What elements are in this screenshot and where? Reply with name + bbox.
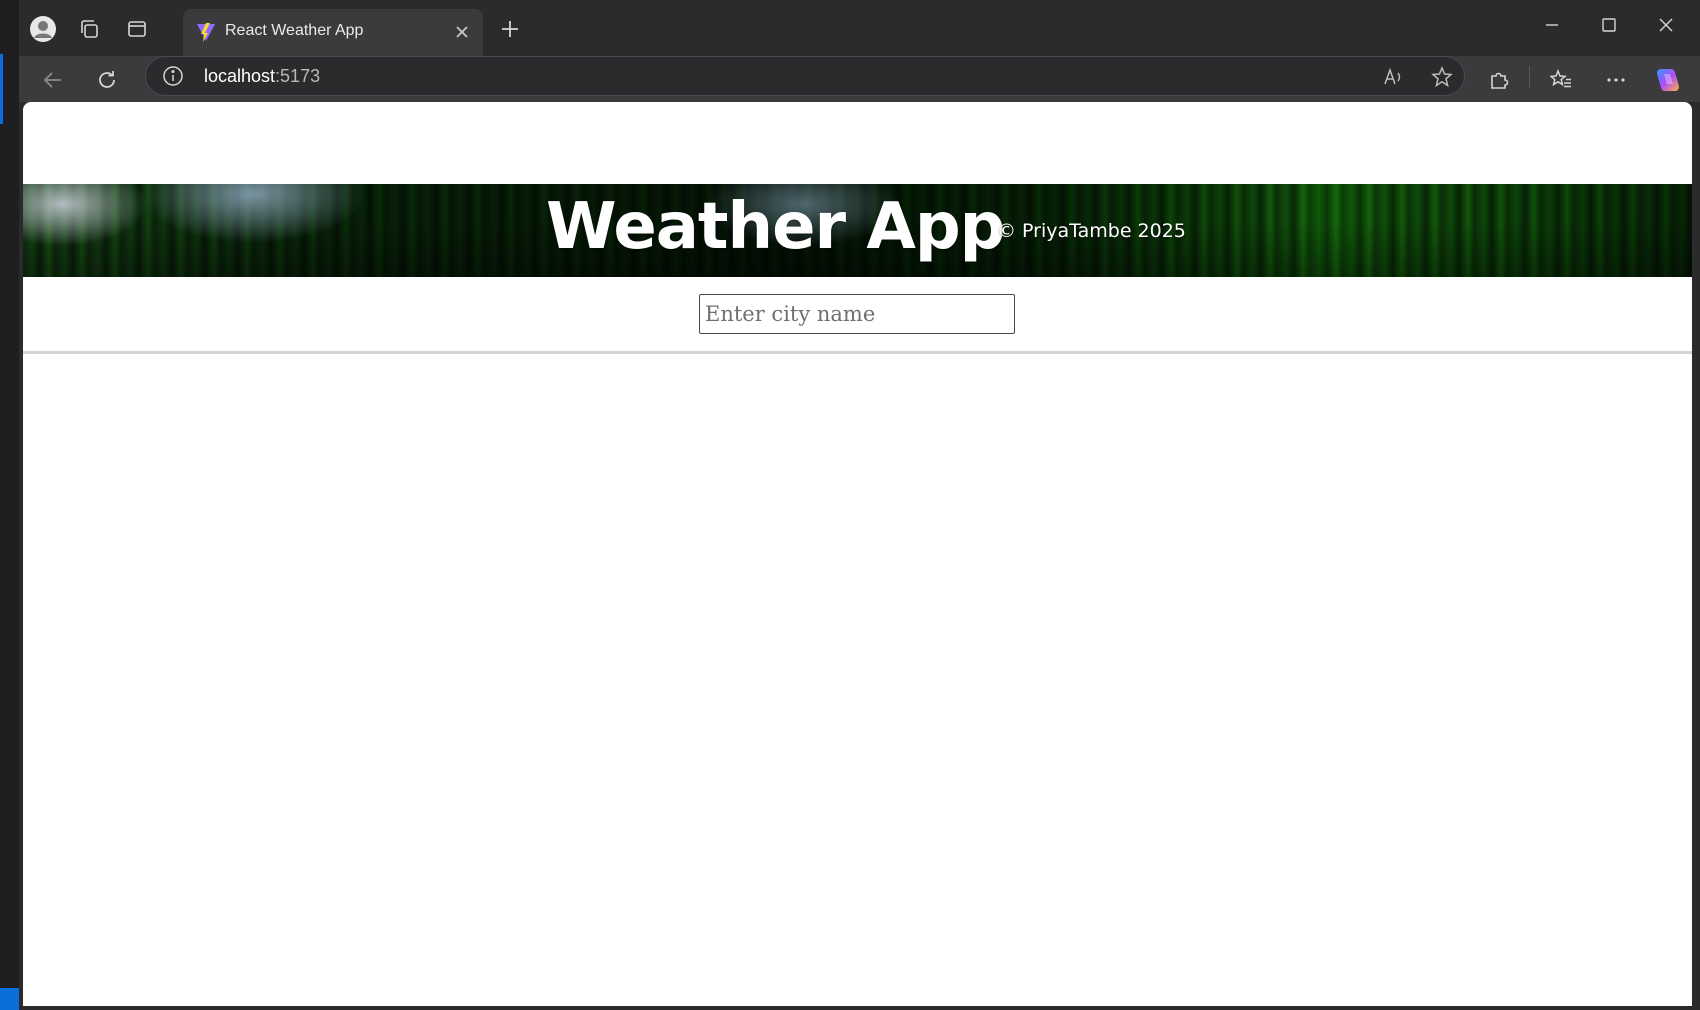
url-port: :5173 — [275, 66, 321, 86]
info-icon[interactable] — [162, 65, 184, 87]
header-banner: Weather App © PriyaTambe 2025 — [23, 184, 1692, 277]
more-dots-icon[interactable] — [1598, 62, 1634, 98]
favorites-list-icon[interactable] — [1543, 62, 1579, 98]
tab-react-weather-app[interactable]: React Weather App — [183, 9, 483, 56]
toolbar-separator — [1529, 66, 1530, 88]
url-host: localhost — [204, 66, 276, 86]
page-viewport: Weather App © PriyaTambe 2025 — [23, 102, 1692, 1006]
profile-icon[interactable] — [28, 14, 58, 44]
city-search-input[interactable] — [699, 294, 1015, 334]
divider — [23, 351, 1692, 354]
page-title: Weather App — [546, 190, 1005, 264]
url-text[interactable]: localhost:5173 — [204, 66, 320, 87]
tab-bar: React Weather App — [19, 0, 1700, 56]
puzzle-icon[interactable] — [1481, 62, 1517, 98]
close-icon[interactable] — [449, 19, 475, 45]
minimize-icon[interactable] — [1532, 10, 1572, 40]
browser-toolbar: localhost:5173 — [19, 56, 1700, 102]
copilot-icon[interactable] — [1650, 62, 1686, 98]
address-bar[interactable]: localhost:5173 — [145, 56, 1465, 96]
close-window-icon[interactable] — [1646, 10, 1686, 40]
refresh-icon[interactable] — [89, 62, 125, 98]
maximize-icon[interactable] — [1589, 10, 1629, 40]
vertical-tabs-icon[interactable] — [122, 14, 152, 44]
browser-window: React Weather App localhost:5173 Weather… — [19, 0, 1700, 1010]
vite-favicon-icon — [195, 21, 217, 43]
desktop-accent — [0, 54, 3, 124]
back-arrow-icon[interactable] — [35, 62, 71, 98]
workspaces-icon[interactable] — [74, 14, 104, 44]
taskbar-accent — [0, 988, 19, 1010]
tab-title: React Weather App — [225, 22, 364, 39]
read-aloud-icon[interactable] — [1381, 65, 1405, 89]
plus-icon[interactable] — [495, 14, 525, 44]
desktop-strip — [0, 0, 19, 1010]
star-icon[interactable] — [1430, 65, 1454, 89]
copyright-text: © PriyaTambe 2025 — [997, 220, 1186, 242]
